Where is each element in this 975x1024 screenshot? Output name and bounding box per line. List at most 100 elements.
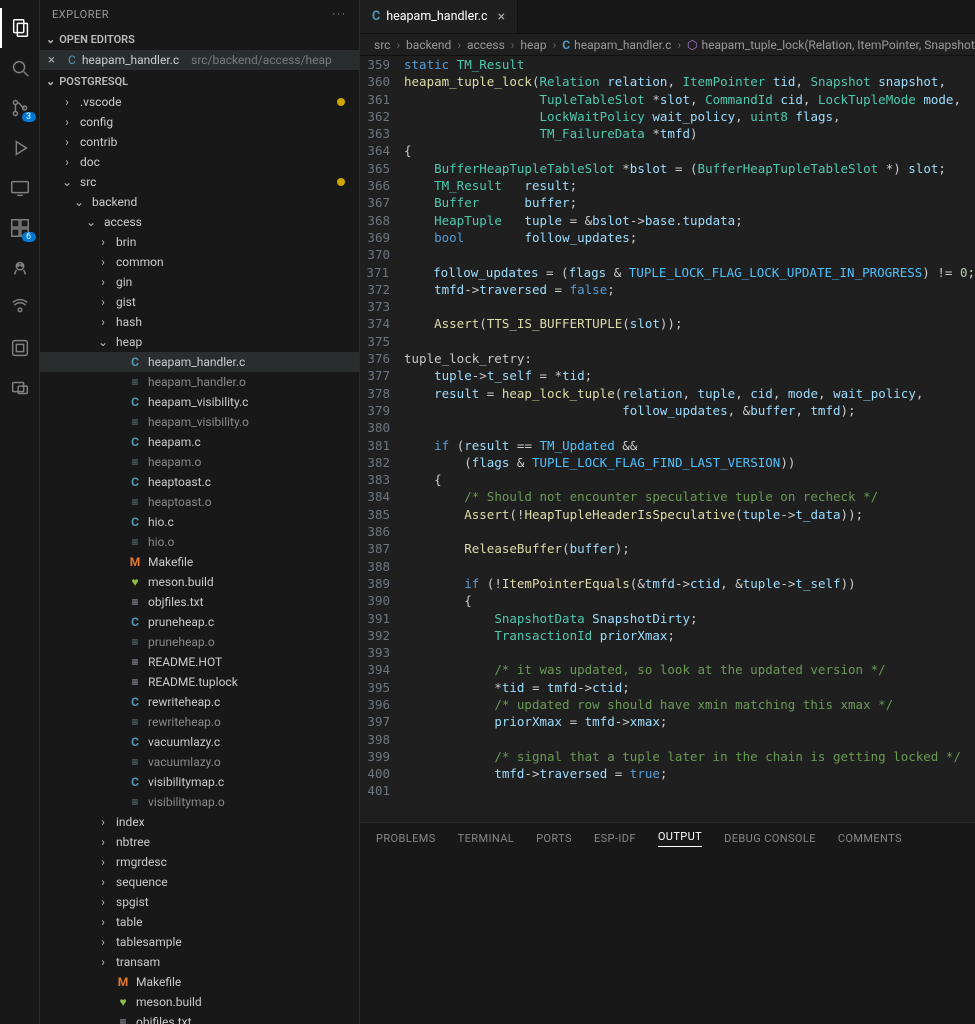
tree-item[interactable]: ≡hio.o [40,532,359,552]
code-line[interactable]: 375 [360,333,975,350]
panel-tab-problems[interactable]: PROBLEMS [376,832,436,845]
code-line[interactable]: 365 BufferHeapTupleTableSlot *bslot = (B… [360,160,975,177]
tree-item[interactable]: ›hash [40,312,359,332]
breadcrumb[interactable]: src›backend›access›heap›Cheapam_handler.… [360,34,975,56]
tree-item[interactable]: ♥meson.build [40,992,359,1012]
code-line[interactable]: 367 Buffer buffer; [360,194,975,211]
tab-active[interactable]: C heapam_handler.c × [360,0,518,33]
breadcrumb-item[interactable]: access [467,38,505,52]
code-line[interactable]: 401 [360,782,975,799]
tree-item[interactable]: ›sequence [40,872,359,892]
code-line[interactable]: 372 tmfd->traversed = false; [360,281,975,298]
breadcrumb-item[interactable]: src [374,38,390,52]
panel-tab-output[interactable]: OUTPUT [658,830,702,847]
code-editor[interactable]: 359static TM_Result360heapam_tuple_lock(… [360,56,975,822]
activity-extensions-icon[interactable]: 6 [0,208,40,248]
tree-item[interactable]: ≡pruneheap.o [40,632,359,652]
tree-item[interactable]: Cheapam_handler.c [40,352,359,372]
tree-item[interactable]: Cvacuumlazy.c [40,732,359,752]
code-line[interactable]: 389 if (!ItemPointerEquals(&tmfd->ctid, … [360,575,975,592]
tree-item[interactable]: ›config [40,112,359,132]
activity-explorer-icon[interactable] [0,8,40,48]
tree-item[interactable]: MMakefile [40,552,359,572]
code-line[interactable]: 373 [360,298,975,315]
tree-item[interactable]: ›gin [40,272,359,292]
panel-tab-comments[interactable]: COMMENTS [838,832,902,845]
panel-tab-terminal[interactable]: TERMINAL [458,832,514,845]
code-line[interactable]: 388 [360,558,975,575]
tree-item[interactable]: ›common [40,252,359,272]
code-line[interactable]: 382 (flags & TUPLE_LOCK_FLAG_FIND_LAST_V… [360,454,975,471]
tree-item[interactable]: ⌄heap [40,332,359,352]
tree-item[interactable]: Cheapam.c [40,432,359,452]
tree-item[interactable]: ≡vacuumlazy.o [40,752,359,772]
tree-item[interactable]: ›rmgrdesc [40,852,359,872]
close-icon[interactable]: × [498,9,505,25]
code-line[interactable]: 371 follow_updates = (flags & TUPLE_LOCK… [360,264,975,281]
code-line[interactable]: 399 /* signal that a tuple later in the … [360,748,975,765]
code-line[interactable]: 364{ [360,142,975,159]
workspace-header[interactable]: ⌄ POSTGRESQL [40,70,359,92]
tree-item[interactable]: ≡rewriteheap.o [40,712,359,732]
code-line[interactable]: 361 TupleTableSlot *slot, CommandId cid,… [360,91,975,108]
tree-item[interactable]: ›spgist [40,892,359,912]
tree-item[interactable]: ≡heapam_handler.o [40,372,359,392]
tree-item[interactable]: ≡README.HOT [40,652,359,672]
activity-misc2-icon[interactable] [0,368,40,408]
tree-item[interactable]: ›contrib [40,132,359,152]
code-line[interactable]: 368 HeapTuple tuple = &bslot->base.tupda… [360,212,975,229]
code-line[interactable]: 385 Assert(!HeapTupleHeaderIsSpeculative… [360,506,975,523]
code-line[interactable]: 363 TM_FailureData *tmfd) [360,125,975,142]
breadcrumb-item[interactable]: ⬡heapam_tuple_lock(Relation, ItemPointer… [687,38,975,52]
code-line[interactable]: 396 /* updated row should have xmin matc… [360,696,975,713]
tree-item[interactable]: ›.vscode [40,92,359,112]
tree-item[interactable]: ≡heapam_visibility.o [40,412,359,432]
tree-item[interactable]: ♥meson.build [40,572,359,592]
tree-item[interactable]: ≡README.tuplock [40,672,359,692]
tree-item[interactable]: Chio.c [40,512,359,532]
code-line[interactable]: 369 bool follow_updates; [360,229,975,246]
tree-item[interactable]: ›nbtree [40,832,359,852]
sidebar-more-icon[interactable]: ··· [332,8,347,21]
tree-item[interactable]: ≡objfiles.txt [40,592,359,612]
code-line[interactable]: 387 ReleaseBuffer(buffer); [360,540,975,557]
tree-item[interactable]: Cvisibilitymap.c [40,772,359,792]
breadcrumb-item[interactable]: heap [520,38,546,52]
tree-item[interactable]: Cheaptoast.c [40,472,359,492]
code-line[interactable]: 392 TransactionId priorXmax; [360,627,975,644]
code-line[interactable]: 390 { [360,592,975,609]
tree-item[interactable]: ⌄access [40,212,359,232]
tree-item[interactable]: Cheapam_visibility.c [40,392,359,412]
open-editors-header[interactable]: ⌄ OPEN EDITORS [40,28,359,50]
code-line[interactable]: 376tuple_lock_retry: [360,350,975,367]
code-line[interactable]: 395 *tid = tmfd->ctid; [360,679,975,696]
panel-tab-esp-idf[interactable]: ESP-IDF [594,832,636,845]
tree-item[interactable]: ≡objfiles.txt [40,1012,359,1024]
panel-tab-ports[interactable]: PORTS [536,832,572,845]
tree-item[interactable]: ⌄backend [40,192,359,212]
panel-tab-debug-console[interactable]: DEBUG CONSOLE [724,832,816,845]
code-line[interactable]: 394 /* it was updated, so look at the up… [360,661,975,678]
tree-item[interactable]: ⌄src [40,172,359,192]
open-editor-item[interactable]: × C heapam_handler.c src/backend/access/… [40,50,359,70]
tree-item[interactable]: ›doc [40,152,359,172]
activity-remote-icon[interactable] [0,168,40,208]
tree-item[interactable]: ›tablesample [40,932,359,952]
code-line[interactable]: 380 [360,419,975,436]
tree-item[interactable]: ›transam [40,952,359,972]
activity-scm-icon[interactable]: 3 [0,88,40,128]
tree-item[interactable]: ›table [40,912,359,932]
activity-live-icon[interactable] [0,288,40,328]
breadcrumb-item[interactable]: backend [406,38,451,52]
code-line[interactable]: 366 TM_Result result; [360,177,975,194]
tree-item[interactable]: ≡visibilitymap.o [40,792,359,812]
code-line[interactable]: 381 if (result == TM_Updated && [360,437,975,454]
close-icon[interactable]: × [48,53,62,68]
code-line[interactable]: 362 LockWaitPolicy wait_policy, uint8 fl… [360,108,975,125]
tree-item[interactable]: ›brin [40,232,359,252]
activity-misc1-icon[interactable] [0,328,40,368]
code-line[interactable]: 370 [360,246,975,263]
tree-item[interactable]: ≡heaptoast.o [40,492,359,512]
tree-item[interactable]: MMakefile [40,972,359,992]
tree-item[interactable]: Cpruneheap.c [40,612,359,632]
